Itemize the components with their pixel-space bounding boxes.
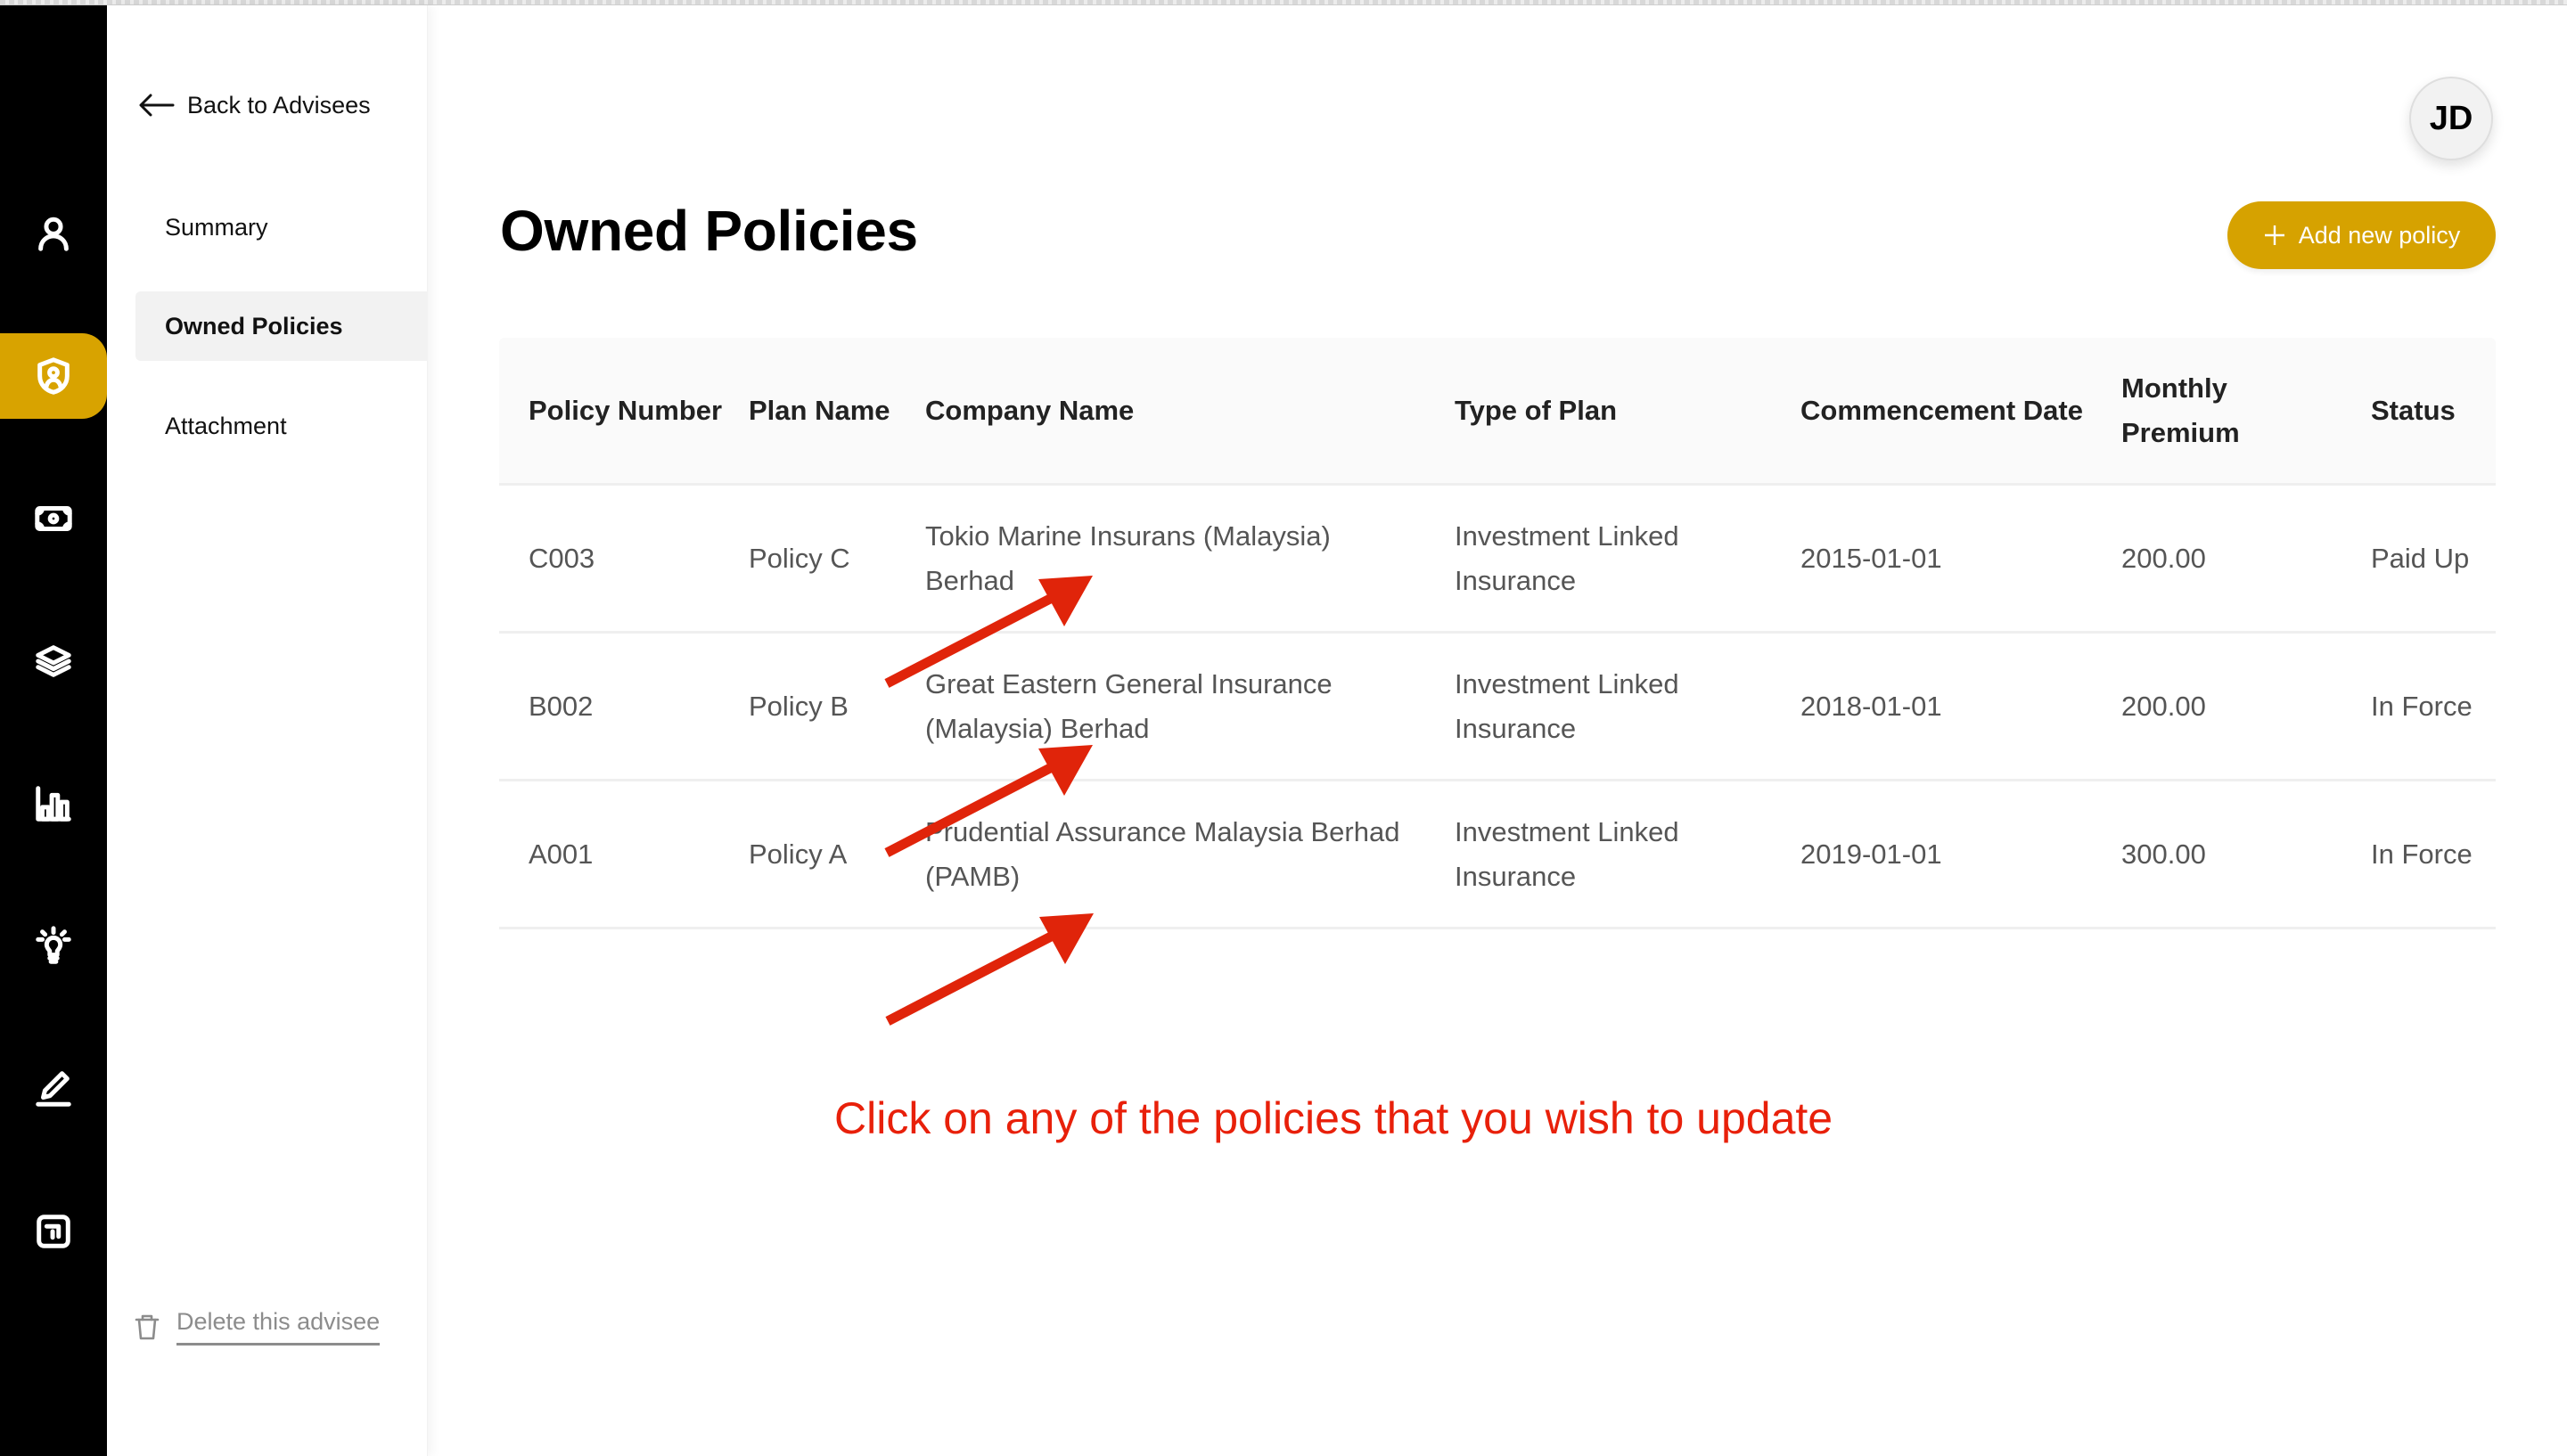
- commencement-date-cell: 2015-01-01: [1800, 542, 1942, 574]
- add-button-label: Add new policy: [2298, 221, 2461, 249]
- layers-icon: [36, 645, 71, 677]
- rail-item-notes[interactable]: [0, 1046, 107, 1132]
- rail-item-analytics[interactable]: [0, 761, 107, 847]
- bar-chart-icon: [36, 786, 71, 822]
- trash-icon: [135, 1314, 160, 1340]
- money-icon: [35, 506, 72, 531]
- policy-number-cell: B002: [529, 690, 594, 722]
- rail-item-finances[interactable]: [0, 476, 107, 561]
- column-header-plan-name[interactable]: Plan Name: [749, 338, 918, 483]
- subnav-item-label: Owned Policies: [165, 312, 343, 339]
- subnav-item-label: Summary: [165, 213, 268, 241]
- subnav-item-owned-policies[interactable]: Owned Policies: [135, 291, 428, 361]
- subnav-item-attachment[interactable]: Attachment: [135, 391, 428, 461]
- table-row[interactable]: A001 Policy A Prudential Assurance Malay…: [499, 781, 2496, 929]
- commencement-date-cell: 2019-01-01: [1800, 838, 1942, 870]
- annotation-arrow-3: [885, 913, 1094, 1026]
- delete-advisee-link[interactable]: Delete this advisee: [134, 1308, 381, 1346]
- rail-item-policies[interactable]: [0, 333, 107, 419]
- commencement-date-cell: 2018-01-01: [1800, 690, 1942, 722]
- monthly-premium-cell: 300.00: [2121, 838, 2206, 870]
- page-title: Owned Policies: [500, 199, 918, 263]
- plan-name-cell: Policy B: [749, 690, 849, 722]
- rail-item-profile[interactable]: [0, 191, 107, 276]
- policies-table: Policy Number Plan Name Company Name Typ…: [499, 338, 2496, 929]
- plan-name-cell: Policy A: [749, 838, 848, 870]
- user-avatar[interactable]: JD: [2409, 77, 2493, 160]
- subnav-item-label: Attachment: [165, 412, 287, 439]
- add-new-policy-button[interactable]: Add new policy: [2227, 201, 2496, 269]
- company-name-cell: Tokio Marine Insurans (Malaysia) Berhad: [925, 519, 1331, 596]
- plus-icon: [2264, 225, 2284, 245]
- back-to-advisees-link[interactable]: Back to Advisees: [139, 86, 371, 125]
- column-header-commencement-date[interactable]: Commencement Date: [1800, 338, 2104, 483]
- type-of-plan-cell: Investment Linked Insurance: [1455, 815, 1679, 892]
- rail-item-exit[interactable]: [0, 1189, 107, 1274]
- rail-item-insights[interactable]: [0, 904, 107, 989]
- primary-sidebar: [0, 5, 107, 1456]
- column-header-status[interactable]: Status: [2371, 338, 2487, 483]
- monthly-premium-cell: 200.00: [2121, 690, 2206, 722]
- shield-user-icon: [37, 357, 70, 395]
- type-of-plan-cell: Investment Linked Insurance: [1455, 519, 1679, 596]
- rail-item-portfolio[interactable]: [0, 618, 107, 704]
- subnav-item-summary[interactable]: Summary: [135, 192, 428, 262]
- table-row[interactable]: B002 Policy B Great Eastern General Insu…: [499, 634, 2496, 781]
- company-name-cell: Prudential Assurance Malaysia Berhad (PA…: [925, 815, 1400, 892]
- delete-label: Delete this advisee: [176, 1308, 381, 1346]
- column-header-policy-number[interactable]: Policy Number: [529, 338, 734, 483]
- lightbulb-icon: [36, 926, 71, 964]
- table-header-row: Policy Number Plan Name Company Name Typ…: [499, 338, 2496, 486]
- annotation-instruction-text: Click on any of the policies that you wi…: [834, 1093, 1833, 1143]
- pen-icon: [36, 1071, 71, 1107]
- user-icon: [38, 217, 69, 251]
- type-of-plan-cell: Investment Linked Insurance: [1455, 667, 1679, 744]
- status-cell: Paid Up: [2371, 542, 2470, 574]
- back-label: Back to Advisees: [187, 91, 371, 119]
- monthly-premium-cell: 200.00: [2121, 542, 2206, 574]
- policy-number-cell: A001: [529, 838, 594, 870]
- plan-name-cell: Policy C: [749, 542, 850, 574]
- column-header-type-of-plan[interactable]: Type of Plan: [1455, 338, 1776, 483]
- policy-number-cell: C003: [529, 542, 595, 574]
- arrow-left-icon: [139, 94, 175, 117]
- column-header-company-name[interactable]: Company Name: [925, 338, 1424, 483]
- exit-icon: [37, 1215, 70, 1248]
- table-row[interactable]: C003 Policy C Tokio Marine Insurans (Mal…: [499, 486, 2496, 634]
- status-cell: In Force: [2371, 838, 2473, 870]
- status-cell: In Force: [2371, 690, 2473, 722]
- column-header-monthly-premium[interactable]: Monthly Premium: [2121, 338, 2353, 483]
- company-name-cell: Great Eastern General Insurance (Malaysi…: [925, 667, 1333, 744]
- secondary-sidebar: Back to Advisees Summary Owned Policies …: [107, 5, 428, 1456]
